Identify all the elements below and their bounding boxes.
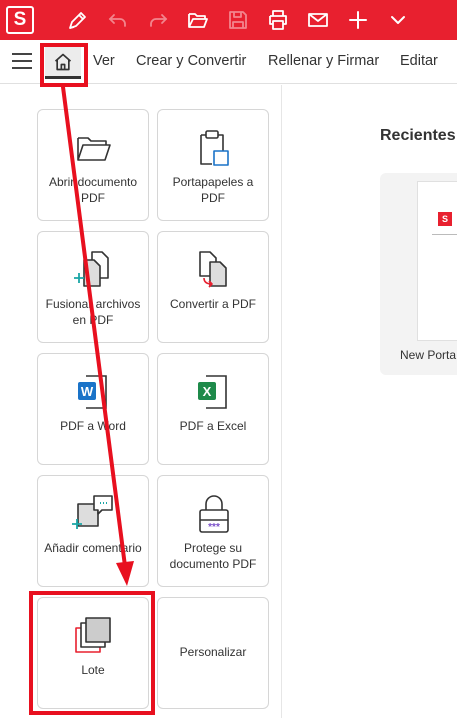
tile-label: Añadir comentario: [44, 541, 142, 555]
recent-title: Recientes: [380, 127, 456, 144]
open-folder-icon[interactable]: [186, 8, 210, 32]
tile-label: Protege su documento PDF: [169, 541, 257, 571]
recent-file-name: New Porta: [400, 348, 457, 362]
tile-label: PDF a Excel: [179, 419, 247, 433]
comment-icon: [72, 492, 116, 536]
app-logo[interactable]: S: [6, 6, 34, 34]
svg-text:X: X: [203, 384, 212, 399]
recent-file-card[interactable]: S New Porta: [380, 173, 457, 375]
tile-protect-pdf[interactable]: *** Protege su documento PDF: [157, 475, 269, 587]
merge-files-icon: [72, 248, 116, 292]
mail-icon[interactable]: [306, 8, 330, 32]
lock-icon: ***: [192, 492, 236, 536]
thumbnail-logo: S: [438, 212, 452, 226]
svg-text:***: ***: [208, 522, 220, 533]
tile-convert-to-pdf[interactable]: Convertir a PDF: [157, 231, 269, 343]
tile-clipboard-to-pdf[interactable]: Portapapeles a PDF: [157, 109, 269, 221]
tile-label: Convertir a PDF: [169, 297, 257, 311]
menu-editar[interactable]: Editar: [400, 53, 438, 69]
tile-add-comment[interactable]: Añadir comentario: [37, 475, 149, 587]
chevron-down-icon[interactable]: [386, 8, 410, 32]
svg-text:W: W: [81, 384, 94, 399]
plus-icon[interactable]: [346, 8, 370, 32]
tile-customize[interactable]: Personalizar: [157, 597, 269, 709]
save-icon[interactable]: [226, 8, 250, 32]
word-icon: W: [72, 370, 116, 414]
hamburger-menu-icon[interactable]: [12, 53, 32, 71]
convert-icon: [192, 248, 236, 292]
tile-label: PDF a Word: [60, 419, 126, 433]
tile-open-pdf[interactable]: Abrir documento PDF: [37, 109, 149, 221]
batch-tile-highlight: [29, 591, 155, 715]
recent-file-thumbnail: S: [417, 181, 457, 341]
recent-area: Recientes S New Porta: [283, 85, 457, 718]
thumbnail-line: [432, 234, 457, 235]
tile-label: Portapapeles a PDF: [172, 175, 254, 205]
pen-icon[interactable]: [66, 8, 90, 32]
tile-pdf-to-excel[interactable]: X PDF a Excel: [157, 353, 269, 465]
tile-label: Fusionar archivos en PDF: [45, 297, 141, 327]
redo-icon[interactable]: [146, 8, 170, 32]
menu-ver[interactable]: Ver: [93, 53, 115, 69]
undo-icon[interactable]: [106, 8, 130, 32]
menu-rellenar-firmar[interactable]: Rellenar y Firmar: [268, 53, 379, 69]
excel-icon: X: [192, 370, 236, 414]
print-icon[interactable]: [266, 8, 290, 32]
tile-merge-files[interactable]: Fusionar archivos en PDF: [37, 231, 149, 343]
menu-crear-convertir[interactable]: Crear y Convertir: [136, 53, 246, 69]
clipboard-icon: [192, 126, 236, 170]
tile-pdf-to-word[interactable]: W PDF a Word: [37, 353, 149, 465]
title-bar: S: [0, 0, 457, 40]
tile-label: Abrir documento PDF: [48, 175, 138, 205]
tile-label: Personalizar: [179, 645, 247, 659]
home-tab-highlight: [40, 43, 88, 87]
folder-icon: [72, 126, 116, 170]
